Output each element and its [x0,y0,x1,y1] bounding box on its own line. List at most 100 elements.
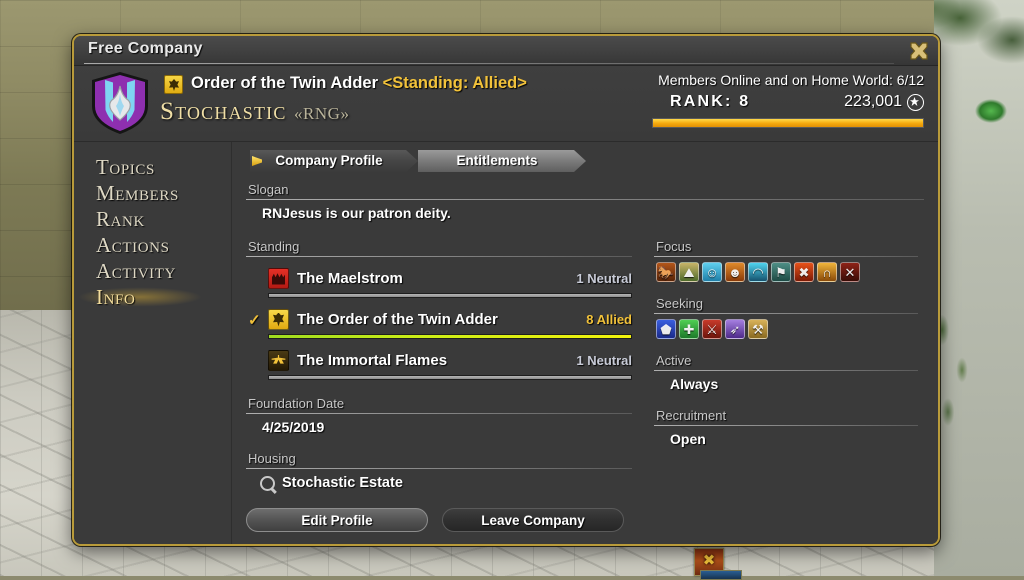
company-crest-icon [88,70,152,136]
sidebar-item-topics[interactable]: Topics [74,154,231,180]
tab-entitlements[interactable]: Entitlements [418,150,586,172]
seeking-section: Seeking ⬟ ✚ ⚔ ➶ ⚒ [654,296,918,339]
seeking-label: Seeking [656,296,703,311]
foundation-date-label: Foundation Date [248,396,345,411]
maelstrom-icon [268,267,289,289]
standing-row-twin-adder[interactable]: ✓ The Order of the Twin Adder 8 Allied [246,307,632,339]
standing-row-line: The Immortal Flames 1 Neutral [268,348,632,372]
immortal-flames-icon [268,349,289,371]
melee-dps-icon[interactable]: ⚔ [702,319,722,339]
company-name: Stochastic «RNG» [160,98,349,126]
leave-company-button[interactable]: Leave Company [442,508,624,532]
window-body: Topics Members Rank Actions Activity Inf… [74,142,938,544]
hardcore-icon[interactable]: ☻ [725,262,745,282]
standing-divider [246,256,632,257]
window-title: Free Company [88,40,203,57]
dungeons-icon[interactable]: ◠ [748,262,768,282]
guildhests-icon-glyph: ⚑ [775,264,787,280]
company-tag: «RNG» [294,104,350,123]
focus-section: Focus 🐎 ⛰ ☺ ☻ ◠ ⚑ ✖ ∩ ✕ [654,239,918,282]
grand-company-badge-icon [164,75,183,94]
healer-icon[interactable]: ✚ [679,319,699,339]
info-columns: Standing The Maelstrom 1 Neutral ✓ The O… [246,239,924,491]
standing-progress-fill [269,376,631,379]
trials-icon-glyph: ✖ [798,264,810,280]
members-online-count: Members Online and on Home World: 6/12 [658,72,924,88]
edit-profile-button[interactable]: Edit Profile [246,508,428,532]
window-titlebar: Free Company [74,36,938,66]
standing-row-line: The Maelstrom 1 Neutral [268,266,632,290]
selected-check-icon: ✓ [248,312,261,329]
standing-progress-fill [269,294,631,297]
recruitment-label: Recruitment [656,408,727,423]
standing-name: The Immortal Flames [297,351,448,369]
tab-company-profile[interactable]: Company Profile [250,150,418,172]
rank-row: RANK: 8 223,001 [652,93,924,111]
housing-section: Housing Stochastic Estate [246,451,632,491]
sidebar-item-rank[interactable]: Rank [74,206,231,232]
melee-dps-icon-glyph: ⚔ [706,321,718,337]
raids-icon[interactable]: ∩ [817,262,837,282]
standing-progress-bar [268,334,632,339]
content-pane: Company Profile Entitlements Slogan RNJe… [232,142,938,544]
sidebar-item-actions[interactable]: Actions [74,232,231,258]
rank-star-icon [907,93,924,111]
housing-label: Housing [248,451,296,466]
hardcore-icon-glyph: ☻ [728,264,742,280]
standing-label: Standing [248,239,300,254]
casual-icon[interactable]: ☺ [702,262,722,282]
standing-rank: 8 Allied [586,311,632,327]
ranged-dps-icon-glyph: ➶ [729,321,741,337]
ranged-dps-icon[interactable]: ➶ [725,319,745,339]
trials-icon[interactable]: ✖ [794,262,814,282]
standing-progress-bar [268,293,632,298]
rank-points: 223,001 [844,93,902,110]
crafter-icon-glyph: ⚒ [752,321,764,337]
focus-icon-strip: 🐎 ⛰ ☺ ☻ ◠ ⚑ ✖ ∩ ✕ [654,257,918,282]
magnifier-icon [260,475,275,491]
dungeons-icon-glyph: ◠ [752,264,764,280]
standing-tag: <Standing: Allied> [382,74,527,92]
free-company-header: Order of the Twin Adder <Standing: Allie… [74,66,938,142]
leveling-icon[interactable]: ⛰ [679,262,699,282]
grand-company-name-text: Order of the Twin Adder [191,74,379,92]
rank-progress-fill [653,119,923,127]
standing-section: Standing The Maelstrom 1 Neutral ✓ The O… [246,239,632,380]
slogan-label: Slogan [248,182,289,197]
sidebar-item-info[interactable]: Info [74,284,231,310]
standing-name: The Maelstrom [297,269,403,287]
crafter-icon[interactable]: ⚒ [748,319,768,339]
recruitment-value: Open [670,431,706,447]
raids-icon-glyph: ∩ [822,264,832,280]
standing-row-maelstrom[interactable]: The Maelstrom 1 Neutral [246,266,632,298]
standing-name: The Order of the Twin Adder [297,310,498,328]
hotbar-bar[interactable] [700,570,742,580]
foundation-date-value: 4/25/2019 [262,419,325,435]
active-label: Active [656,353,692,368]
sidebar-item-activity[interactable]: Activity [74,258,231,284]
tank-icon-glyph: ⬟ [660,321,672,337]
tab-bar: Company Profile Entitlements [250,150,924,172]
right-column: Focus 🐎 ⛰ ☺ ☻ ◠ ⚑ ✖ ∩ ✕ Seeking ⬟ ✚ ⚔ ➶ ⚒ Active Alw… [654,239,918,491]
tank-icon[interactable]: ⬟ [656,319,676,339]
pvp-icon-glyph: ✕ [844,264,856,280]
guildhests-icon[interactable]: ⚑ [771,262,791,282]
slogan-value: RNJesus is our patron deity. [262,205,451,221]
rank-points-group: 223,001 [844,93,924,111]
sidebar-nav: Topics Members Rank Actions Activity Inf… [74,142,232,544]
healer-icon-glyph: ✚ [683,321,695,337]
sidebar-item-members[interactable]: Members [74,180,231,206]
leveling-icon-glyph: ⛰ [683,264,695,280]
company-name-text: Stochastic [160,98,287,125]
seeking-icon-strip: ⬟ ✚ ⚔ ➶ ⚒ [654,314,918,339]
standing-row-immortal-flames[interactable]: The Immortal Flames 1 Neutral [246,348,632,380]
active-value: Always [670,376,719,392]
close-icon[interactable] [906,39,932,63]
pvp-icon[interactable]: ✕ [840,262,860,282]
active-section: Active Always [654,353,918,392]
housing-value-row[interactable]: Stochastic Estate [246,469,632,491]
left-column: Standing The Maelstrom 1 Neutral ✓ The O… [246,239,632,491]
standing-row-line: The Order of the Twin Adder 8 Allied [268,307,632,331]
role-playing-icon[interactable]: 🐎 [656,262,676,282]
parrot-npc [974,96,1008,126]
